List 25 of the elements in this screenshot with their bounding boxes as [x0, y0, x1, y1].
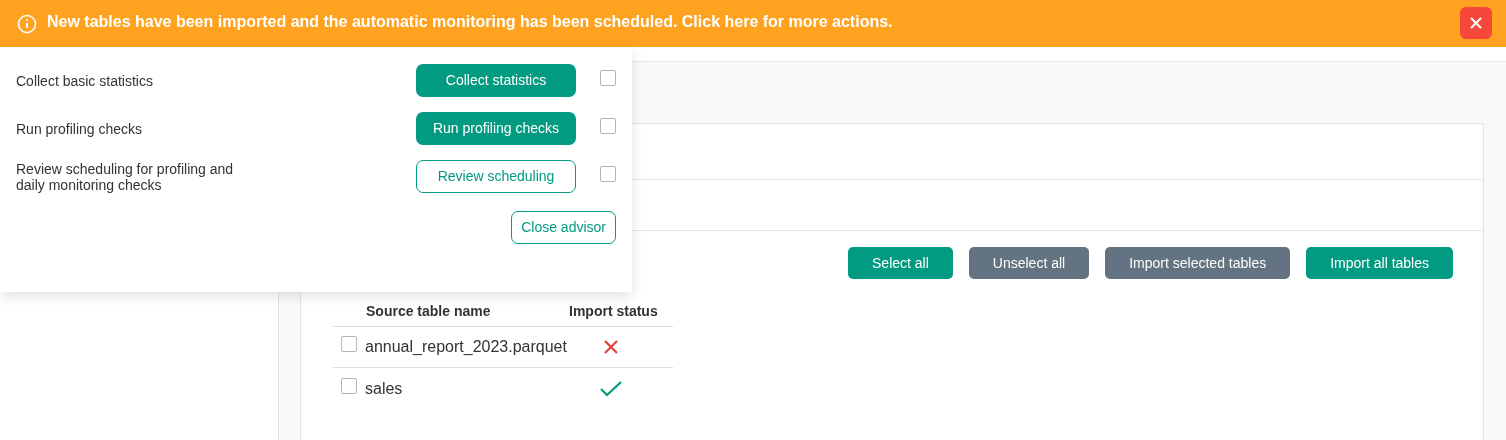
advisor-description: Run profiling checks: [16, 120, 144, 137]
action-button[interactable]: Import all tables: [1306, 247, 1453, 279]
action-button[interactable]: Unselect all: [968, 247, 1090, 279]
advisor-description: Collect basic statistics: [16, 72, 154, 89]
advisor-action-button[interactable]: Collect statistics: [416, 64, 576, 97]
info-icon: [17, 13, 37, 34]
action-button[interactable]: Import selected tables: [1105, 247, 1291, 279]
table-cell-text: sales: [365, 378, 404, 399]
toast-message[interactable]: New tables have been imported and the automatic monitoring has been scheduled. Click here for more actions.: [47, 10, 893, 34]
advisor-description: Review scheduling for profiling and daily monitoring checks: [16, 160, 235, 193]
table-cell-text: annual_report_2023.parquet: [365, 337, 568, 357]
advisor-action-button[interactable]: Run profiling checks: [416, 112, 576, 145]
checkbox[interactable]: [600, 165, 616, 182]
close-button[interactable]: [1460, 6, 1492, 39]
checkbox[interactable]: [341, 377, 357, 394]
column-header: Source table name: [366, 302, 492, 321]
close-icon: [1470, 16, 1482, 29]
checkbox[interactable]: [600, 69, 616, 86]
close-advisor-button[interactable]: Close advisor: [511, 211, 616, 244]
action-button[interactable]: Select all: [848, 247, 953, 279]
advisor-action-button[interactable]: Review scheduling: [416, 160, 576, 193]
checkbox[interactable]: [341, 336, 357, 352]
column-header: Import status: [569, 302, 658, 321]
checkbox[interactable]: [600, 117, 616, 134]
notification-toast[interactable]: New tables have been imported and the automatic monitoring has been scheduled. Click here for more actions.: [0, 0, 1506, 47]
